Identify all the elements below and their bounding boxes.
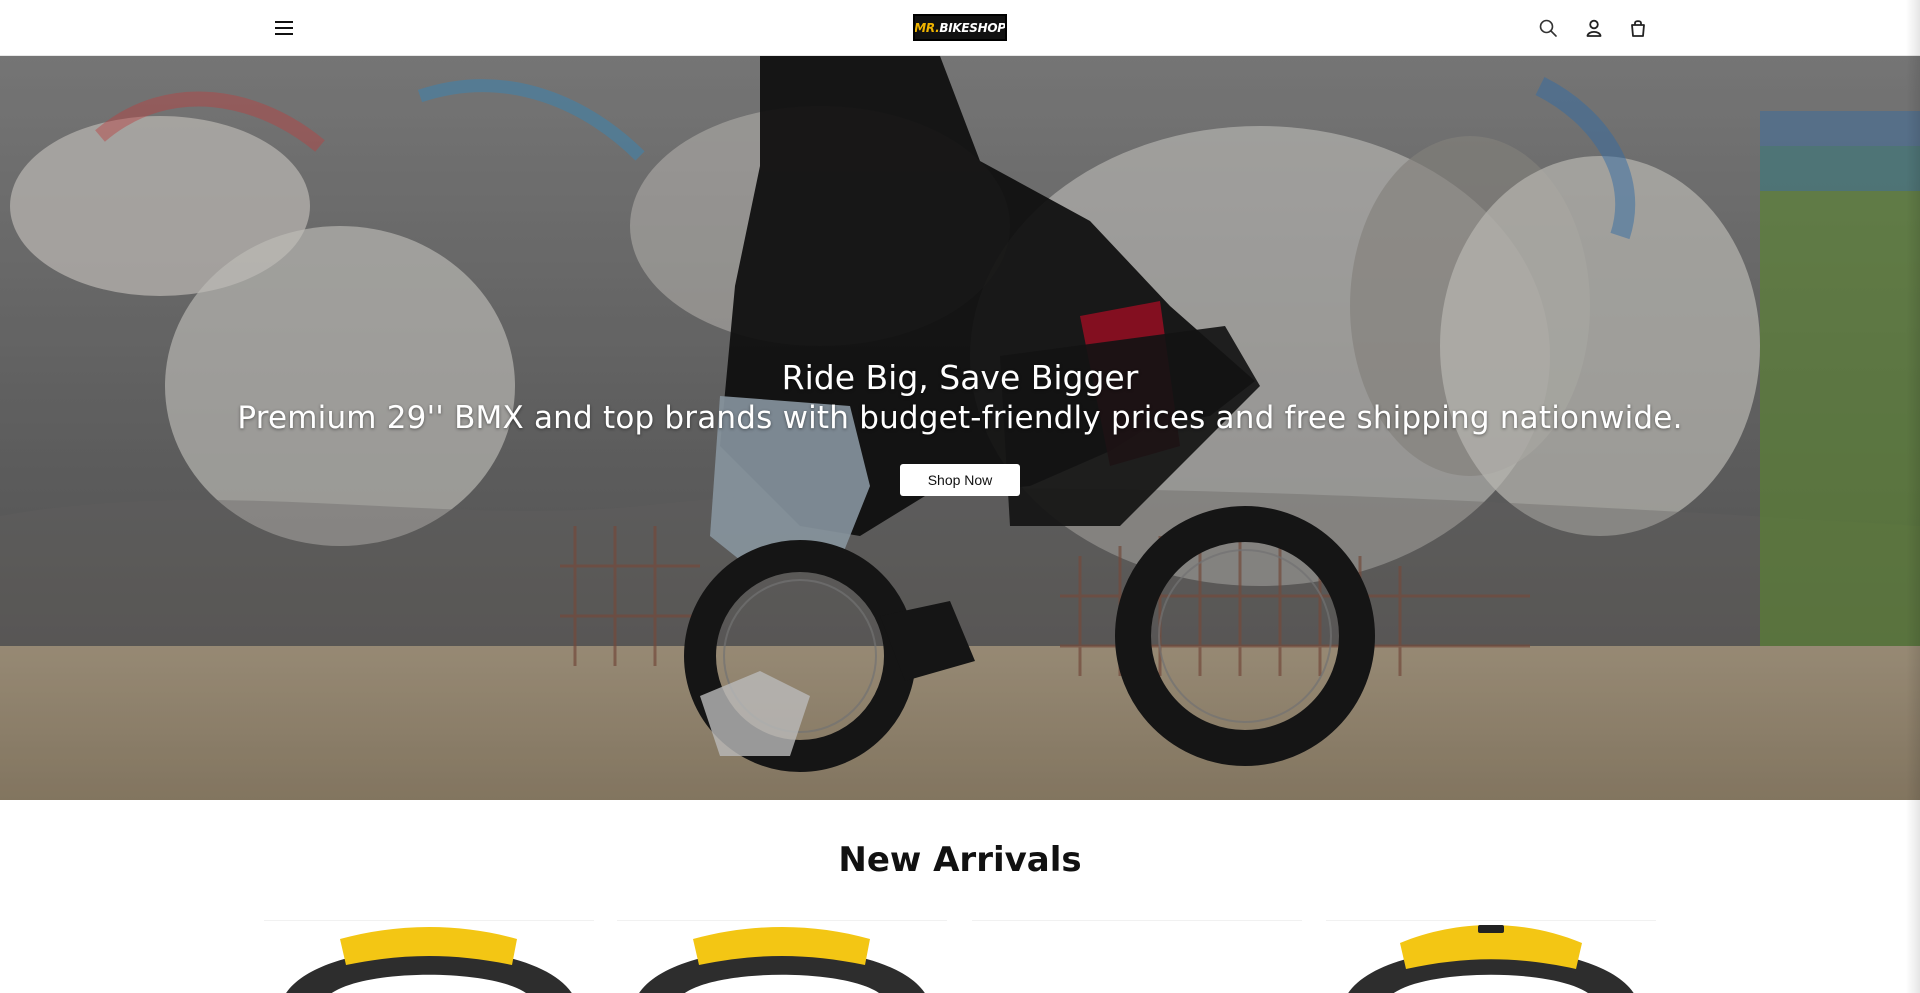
product-card[interactable] (617, 920, 947, 993)
product-image-yellow-black-saddle (286, 927, 572, 993)
account-button[interactable] (1582, 16, 1606, 40)
product-image-yellow-black-saddle (639, 927, 925, 993)
site-header: MR. BIKESHOP (0, 0, 1920, 56)
hero-subtitle: Premium 29'' BMX and top brands with bud… (237, 400, 1683, 436)
menu-button[interactable] (270, 15, 298, 41)
cart-button[interactable] (1626, 16, 1650, 40)
hero-banner: Ride Big, Save Bigger Premium 29'' BMX a… (0, 56, 1920, 800)
product-image-yellow-black-saddle (1348, 925, 1634, 993)
search-button[interactable] (1536, 16, 1560, 40)
search-icon (1539, 19, 1557, 37)
hero-title: Ride Big, Save Bigger (781, 358, 1139, 397)
logo-bikeshop-text: BIKESHOP (939, 20, 1006, 35)
new-arrivals-title: New Arrivals (838, 840, 1082, 880)
shopping-bag-icon (1631, 20, 1645, 37)
hamburger-menu-icon (275, 21, 293, 35)
product-card[interactable] (972, 920, 1302, 993)
user-icon (1586, 19, 1602, 37)
product-card[interactable] (264, 920, 594, 993)
site-logo[interactable]: MR. BIKESHOP (913, 14, 1007, 41)
product-card[interactable] (1326, 920, 1656, 993)
logo-mr-text: MR. (914, 20, 940, 35)
shop-now-button[interactable]: Shop Now (900, 464, 1020, 496)
